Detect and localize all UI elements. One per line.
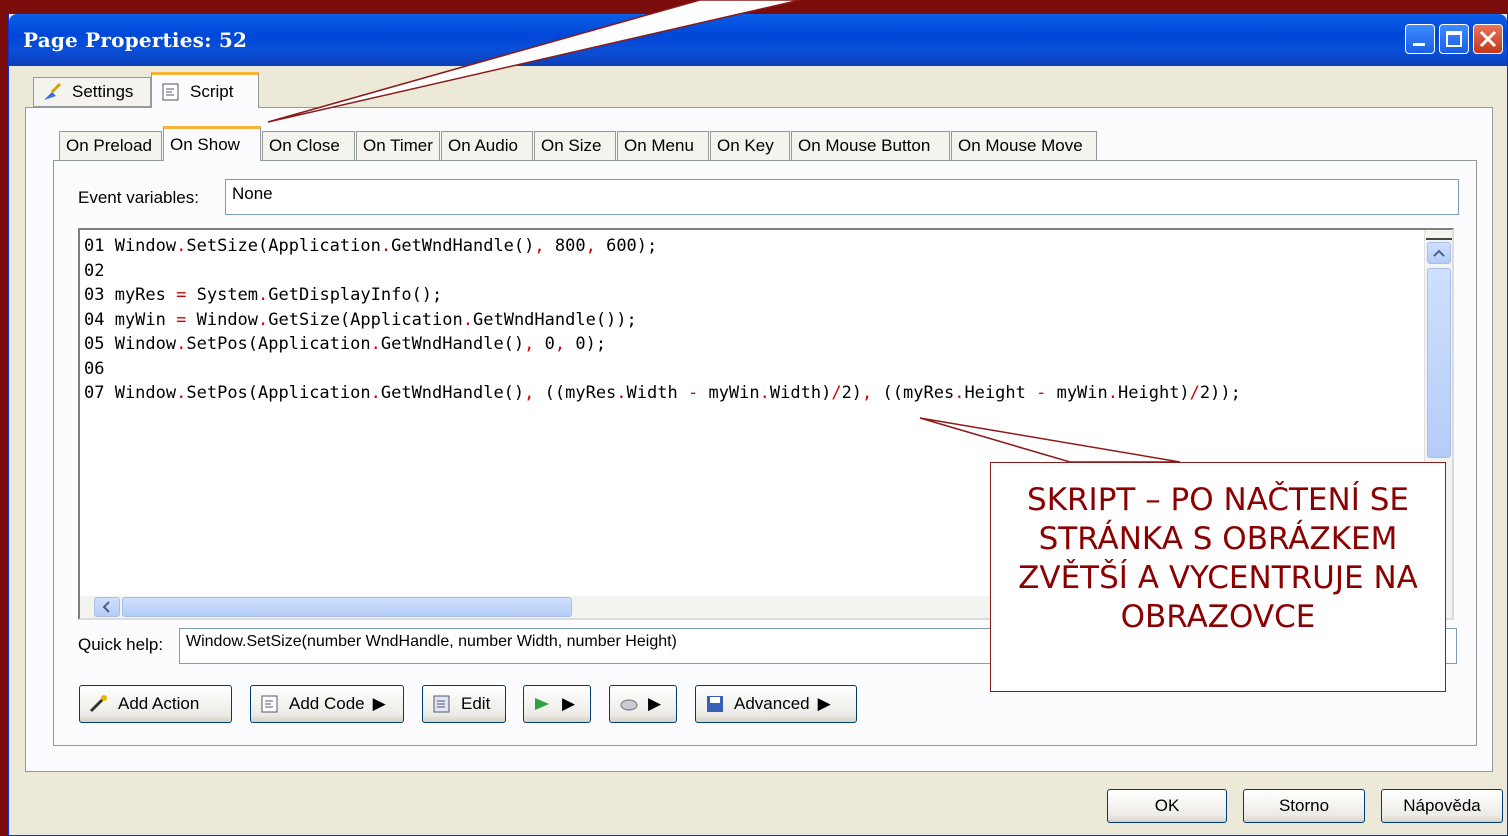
callout-arrow	[267, 0, 1181, 463]
annotation-callout: SKRIPT – PO NAČTENÍ SE STRÁNKA S OBRÁZKE…	[990, 462, 1446, 692]
